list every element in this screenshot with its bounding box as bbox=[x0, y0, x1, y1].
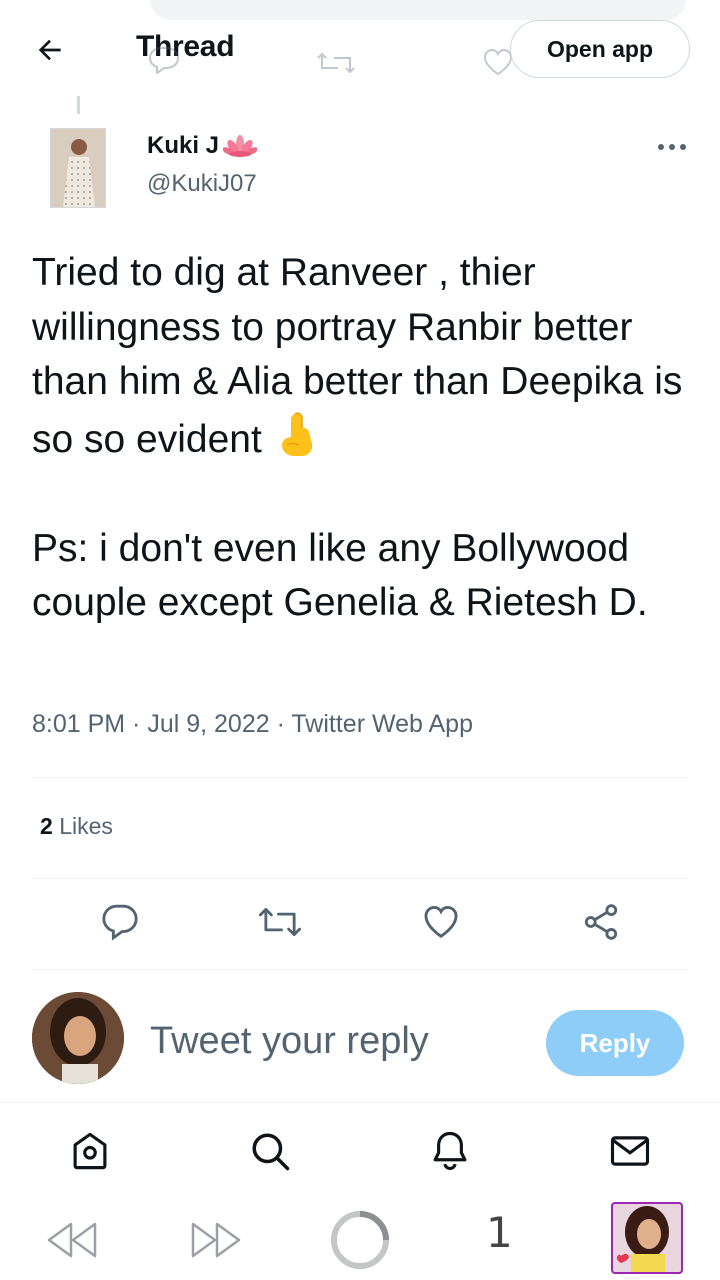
browser-forward-button[interactable] bbox=[188, 1218, 244, 1262]
browser-back-button[interactable] bbox=[44, 1218, 100, 1262]
fast-forward-icon bbox=[191, 1222, 241, 1258]
likes-number: 2 bbox=[40, 813, 53, 839]
nav-home[interactable] bbox=[68, 1129, 112, 1173]
tweet-paragraph-2: Ps: i don't even like any Bollywood coup… bbox=[32, 526, 648, 625]
share-action-button[interactable] bbox=[579, 900, 623, 944]
tab-thumbnail-image bbox=[613, 1204, 681, 1272]
author-handle[interactable]: @KukiJ07 bbox=[147, 170, 257, 198]
open-app-button[interactable]: Open app bbox=[510, 20, 690, 78]
faded-retweet-icon bbox=[317, 52, 355, 74]
divider bbox=[32, 969, 688, 970]
browser-home-button[interactable] bbox=[328, 1208, 392, 1272]
home-icon bbox=[73, 1132, 107, 1170]
tab-count[interactable]: 1 bbox=[486, 1208, 513, 1257]
author-name[interactable]: Kuki J bbox=[147, 132, 258, 160]
user-avatar[interactable] bbox=[32, 992, 124, 1084]
reply-button[interactable]: Reply bbox=[546, 1010, 684, 1076]
back-arrow-icon bbox=[38, 39, 61, 61]
heart-icon bbox=[424, 906, 458, 938]
like-action-button[interactable] bbox=[419, 900, 463, 944]
author-name-text: Kuki J bbox=[147, 132, 220, 159]
retweet-action-button[interactable] bbox=[258, 900, 302, 944]
mail-icon bbox=[610, 1136, 650, 1166]
nav-notifications[interactable] bbox=[428, 1129, 472, 1173]
likes-label: Likes bbox=[59, 813, 113, 839]
author-avatar[interactable] bbox=[50, 128, 106, 208]
divider bbox=[32, 777, 688, 778]
more-dots-icon bbox=[658, 144, 686, 150]
search-icon bbox=[252, 1133, 290, 1171]
active-tab-thumbnail[interactable] bbox=[611, 1202, 683, 1274]
likes-count[interactable]: 2 Likes bbox=[40, 813, 113, 840]
author-photo bbox=[51, 129, 105, 207]
reply-input[interactable]: Tweet your reply bbox=[150, 1020, 429, 1063]
retweet-icon bbox=[258, 908, 302, 936]
user-photo bbox=[32, 992, 124, 1084]
share-icon bbox=[584, 904, 618, 940]
loading-ring-icon bbox=[331, 1211, 389, 1269]
tweet-text: Tried to dig at Ranveer , thier willingn… bbox=[32, 246, 702, 631]
reply-icon bbox=[102, 904, 138, 941]
reply-action-button[interactable] bbox=[98, 900, 142, 944]
more-options-button[interactable] bbox=[652, 132, 692, 162]
back-button[interactable] bbox=[30, 30, 70, 70]
bell-icon bbox=[433, 1131, 467, 1171]
pinched-fingers-emoji-icon bbox=[281, 411, 312, 456]
thread-connector-line bbox=[77, 96, 80, 114]
nav-search[interactable] bbox=[248, 1129, 292, 1173]
lotus-emoji-icon bbox=[223, 135, 258, 157]
rewind-icon bbox=[47, 1222, 97, 1258]
tweet-timestamp[interactable]: 8:01 PM · Jul 9, 2022 · Twitter Web App bbox=[32, 710, 473, 739]
bottom-nav bbox=[0, 1102, 720, 1194]
tweet-paragraph-1: Tried to dig at Ranveer , thier willingn… bbox=[32, 251, 683, 461]
tweet-actions bbox=[0, 900, 720, 950]
top-bar: Thread Open app bbox=[0, 0, 720, 98]
nav-messages[interactable] bbox=[608, 1129, 652, 1173]
divider bbox=[32, 878, 688, 879]
faded-reply-icon bbox=[148, 47, 180, 74]
